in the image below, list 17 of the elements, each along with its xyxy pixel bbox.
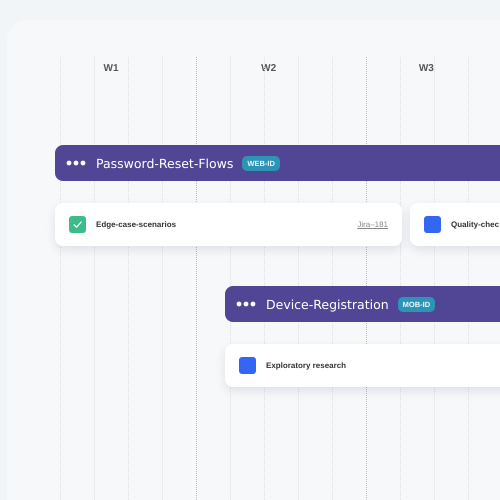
week-label: W1 bbox=[102, 63, 120, 74]
week-label: W3 bbox=[418, 63, 435, 74]
task-card[interactable]: Edge-case-scenarios Jira–181 bbox=[55, 203, 402, 246]
task-name: Exploratory research bbox=[266, 361, 346, 370]
epic-title: Password-Reset-Flows bbox=[96, 156, 234, 170]
more-icon[interactable] bbox=[236, 301, 256, 307]
task-name: Edge-case-scenarios bbox=[96, 220, 176, 229]
task-checkbox[interactable] bbox=[424, 216, 441, 233]
task-card[interactable]: Exploratory research bbox=[225, 344, 500, 387]
week-label: W2 bbox=[260, 63, 278, 74]
task-checkbox[interactable] bbox=[69, 216, 86, 233]
epic-title: Device-Registration bbox=[266, 296, 389, 312]
task-name: Quality-chec bbox=[451, 220, 500, 229]
task-card[interactable]: Quality-chec bbox=[410, 203, 500, 246]
more-icon[interactable] bbox=[66, 160, 86, 166]
task-checkbox[interactable] bbox=[239, 357, 256, 374]
issue-link[interactable]: Jira–181 bbox=[357, 220, 388, 229]
